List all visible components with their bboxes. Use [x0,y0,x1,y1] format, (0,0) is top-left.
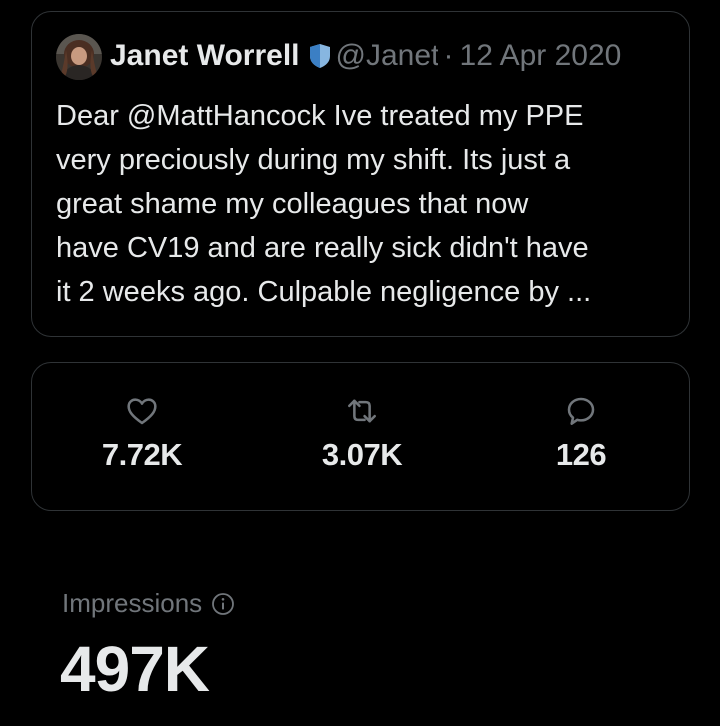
separator-dot: · [443,39,454,72]
info-icon[interactable] [211,592,235,616]
likes-count: 7.72K [101,437,183,472]
reply-icon [565,391,597,431]
heart-icon [126,391,158,431]
quoted-tweet-card[interactable]: Janet Worrell @Janet · 12 Apr 2020 Dear … [31,11,690,337]
replies-count: 126 [555,437,607,472]
retweets-count: 3.07K [321,437,403,472]
likes-stat[interactable]: 7.72K [77,391,207,473]
tweet-header: Janet Worrell @Janet · 12 Apr 2020 [110,36,621,76]
avatar[interactable] [56,34,102,80]
avatar-image [56,34,102,80]
author-name[interactable]: Janet Worrell [110,36,300,76]
tweet-date[interactable]: 12 Apr 2020 [460,36,622,76]
impressions-label-row: Impressions [62,588,235,619]
engagement-stats-card: 7.72K 3.07K 126 [31,362,690,511]
retweets-stat[interactable]: 3.07K [297,391,427,473]
author-handle[interactable]: @Janet [336,36,438,76]
impressions-label: Impressions [62,588,203,618]
tweet-text: Dear @MattHancock Ive treated my PPE ver… [56,100,592,308]
retweet-icon [345,391,379,431]
verified-badge-icon [308,43,332,69]
impressions-count: 497K [60,633,210,705]
replies-stat[interactable]: 126 [516,391,646,473]
